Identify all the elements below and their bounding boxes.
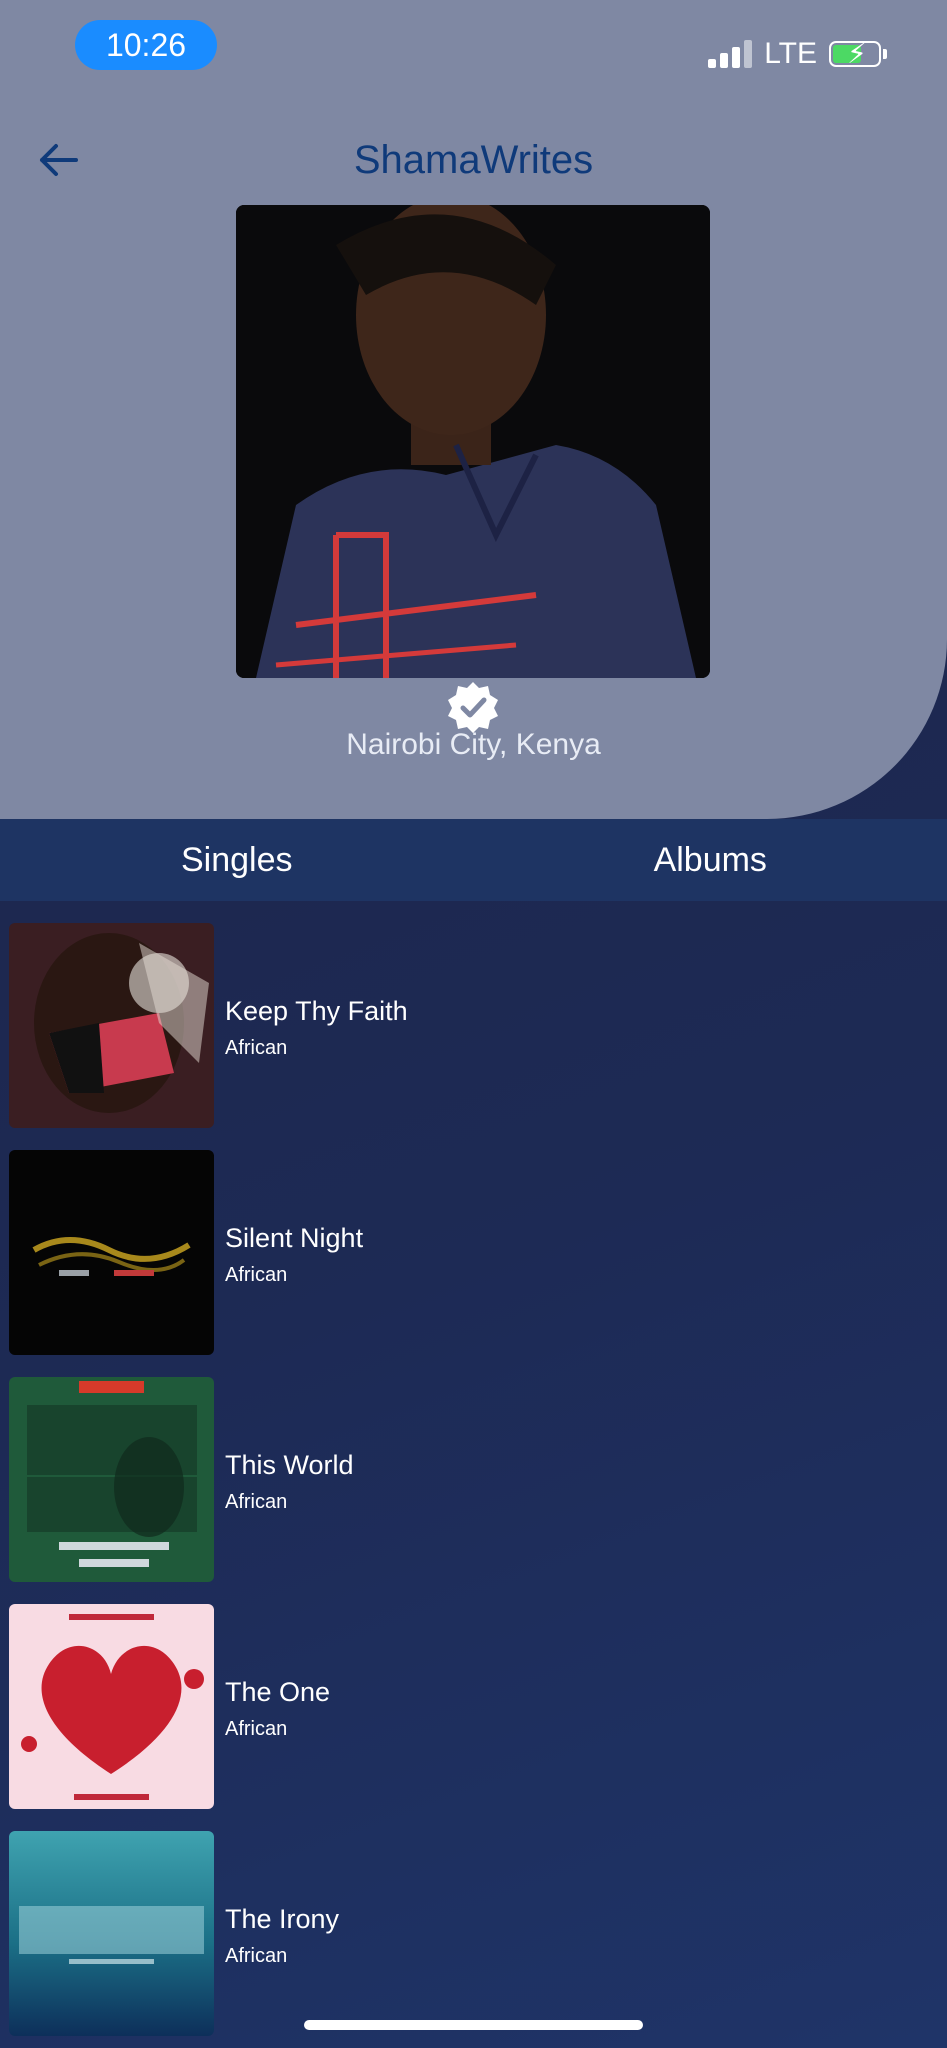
silent-night-cover	[9, 1150, 214, 1355]
the-irony-cover	[9, 1831, 214, 2036]
song-genre: African	[225, 1037, 288, 1059]
list-item[interactable]: This World African	[0, 1355, 947, 1582]
singles-list: Keep Thy Faith African Silent Night Afri…	[0, 901, 947, 2036]
tab-bar: Singles Albums	[0, 819, 947, 901]
list-item[interactable]: Silent Night African	[0, 1128, 947, 1355]
list-item[interactable]: The One African	[0, 1582, 947, 1809]
artist-location: Nairobi City, Kenya	[346, 728, 601, 761]
verified-badge-icon	[448, 682, 498, 733]
tab-singles[interactable]: Singles	[0, 819, 474, 901]
home-indicator[interactable]	[304, 2020, 643, 2030]
song-title: The Irony	[225, 1904, 340, 1934]
status-time: 10:26	[75, 20, 217, 70]
tab-albums[interactable]: Albums	[474, 819, 947, 901]
list-item[interactable]: The Irony African	[0, 1809, 947, 2036]
song-genre: African	[225, 1718, 288, 1740]
network-label: LTE	[764, 37, 817, 70]
song-genre: African	[225, 1264, 288, 1286]
this-world-cover	[9, 1377, 214, 1582]
song-title: Silent Night	[225, 1223, 364, 1253]
battery-icon: ⚡	[829, 38, 881, 69]
song-title: This World	[225, 1450, 354, 1480]
list-item[interactable]: Keep Thy Faith African	[0, 901, 947, 1128]
song-genre: African	[225, 1945, 288, 1967]
song-genre: African	[225, 1491, 288, 1513]
the-one-cover	[9, 1604, 214, 1809]
profile-header: 10:26 LTE ⚡ ShamaWrites Nairobi City, Ke…	[0, 0, 947, 819]
page-title: ShamaWrites	[353, 138, 594, 182]
battery-cap	[883, 49, 887, 59]
keep-thy-faith-cover	[9, 923, 214, 1128]
song-title: Keep Thy Faith	[225, 996, 408, 1026]
signal-icon	[708, 40, 753, 68]
status-indicators: LTE ⚡	[708, 36, 887, 72]
artist-photo	[236, 205, 710, 678]
song-title: The One	[225, 1677, 331, 1707]
